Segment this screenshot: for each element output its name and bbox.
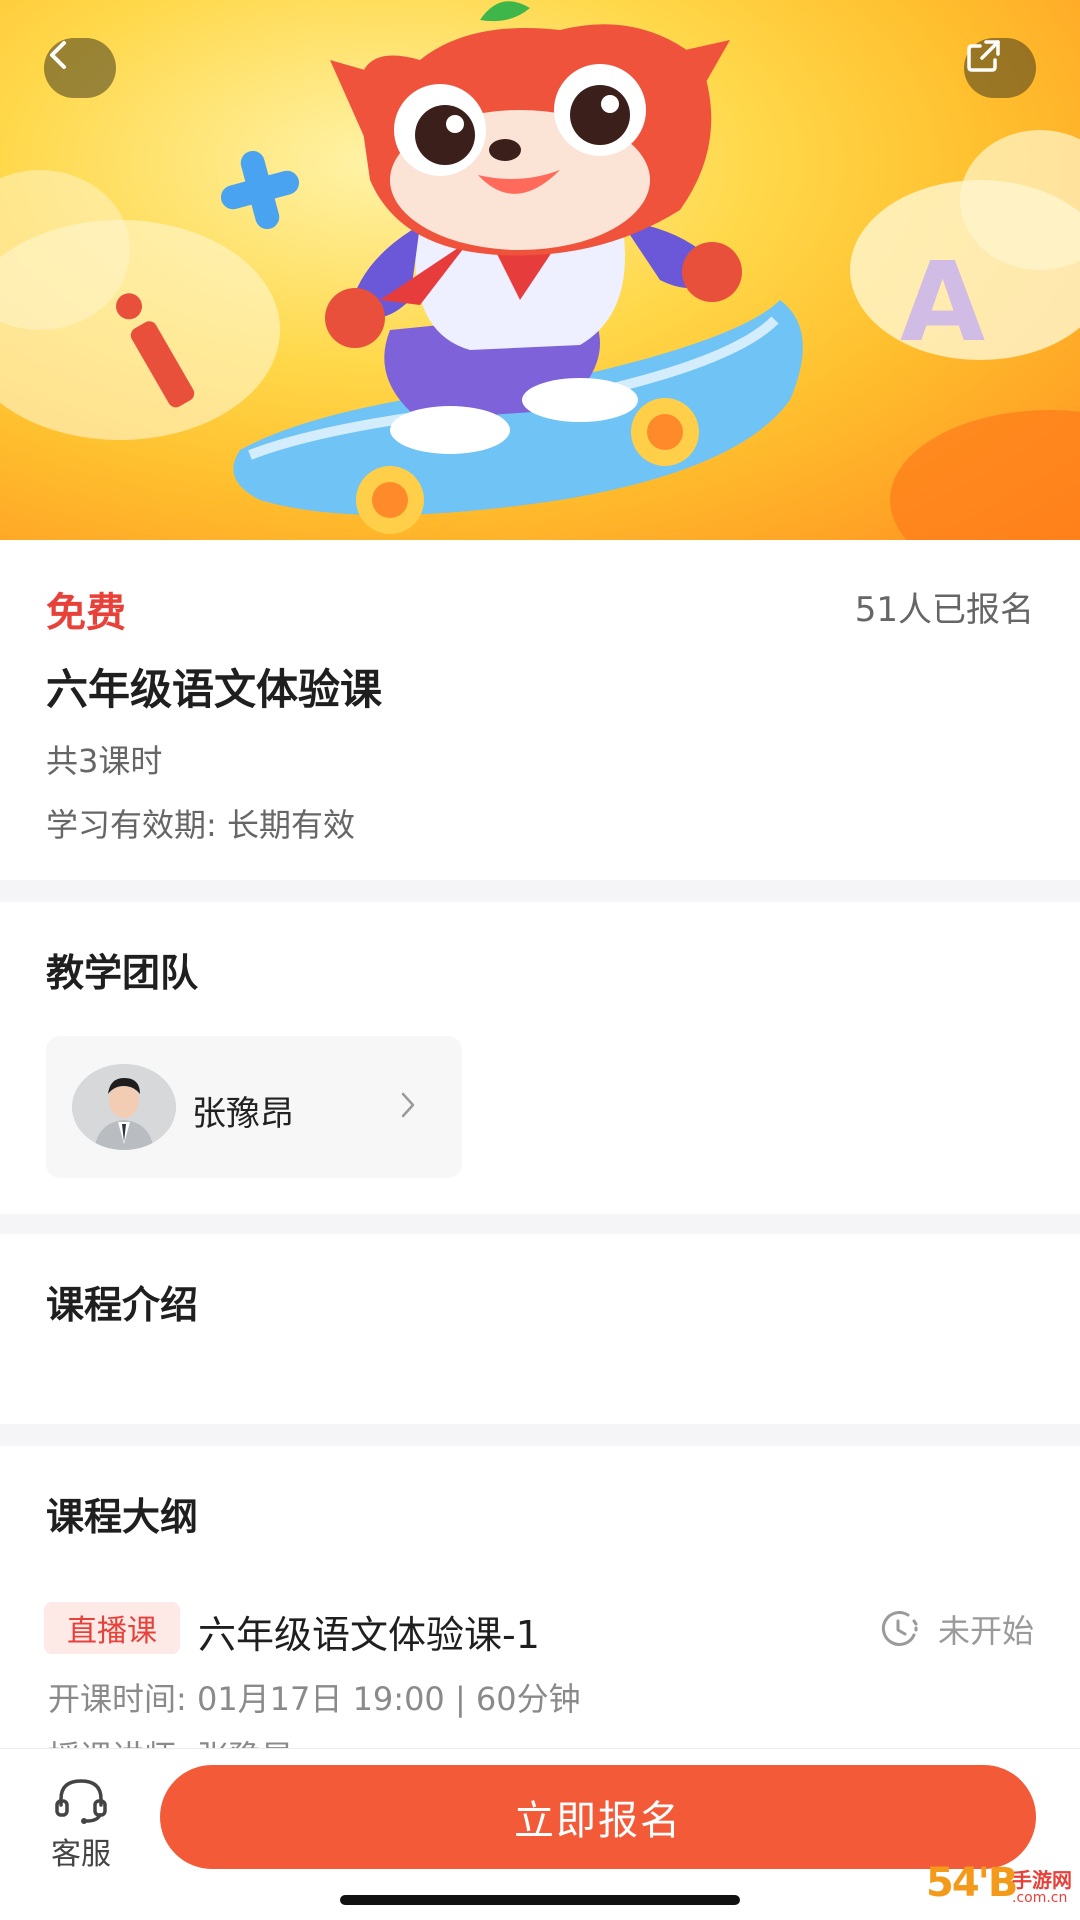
teacher-avatar [72, 1064, 176, 1150]
course-info: 免费 51人已报名 六年级语文体验课 共3课时 学习有效期: 长期有效 [0, 540, 1080, 880]
letter-a-decoration: A [900, 238, 985, 366]
clock-icon [881, 1610, 918, 1646]
lesson-count: 共3课时 [46, 742, 163, 780]
course-outline-section: 课程大纲 直播课 六年级语文体验课-1 未开始 开课时间: 01月17日 19:… [0, 1446, 1080, 1776]
lesson-status: 未开始 [878, 1606, 1034, 1652]
course-banner: A [0, 0, 1080, 540]
avatar-image [72, 1064, 176, 1150]
watermark-number: 54'B [926, 1860, 1018, 1906]
share-button[interactable] [964, 38, 1036, 98]
section-divider [0, 1424, 1080, 1446]
enroll-now-button[interactable]: 立即报名 [160, 1765, 1036, 1869]
watermark-logo: 54'B 手游网 .com.cn [926, 1856, 1076, 1916]
customer-service-button[interactable]: 客服 [36, 1775, 126, 1875]
enrolled-count: 51人已报名 [854, 590, 1034, 630]
teacher-card[interactable]: 张豫昂 [46, 1036, 462, 1178]
customer-service-label: 客服 [51, 1837, 111, 1872]
chevron-right-icon [401, 1092, 415, 1118]
fox-mascot-illustration: A [0, 1, 1080, 540]
teacher-name: 张豫昂 [192, 1094, 294, 1134]
live-class-tag: 直播课 [44, 1602, 180, 1654]
watermark-text: 手游网 [1012, 1868, 1072, 1892]
section-title-team: 教学团队 [46, 951, 199, 995]
validity-period: 学习有效期: 长期有效 [46, 806, 355, 844]
section-divider [0, 880, 1080, 902]
price-label: 免费 [46, 590, 126, 636]
section-title-outline: 课程大纲 [46, 1495, 199, 1539]
course-intro-section: 课程介绍 [0, 1234, 1080, 1424]
lesson-time: 开课时间: 01月17日 19:00 | 60分钟 [48, 1680, 581, 1718]
chevron-left-icon [50, 41, 66, 69]
course-detail-page: A 免费 51人已报名 六年级语文体验课 共3课时 学习有效期: 长期有效 教学… [0, 0, 1080, 1920]
headset-icon [55, 1779, 107, 1824]
lesson-status-label: 未开始 [937, 1612, 1034, 1650]
back-button[interactable] [44, 38, 116, 98]
home-indicator [340, 1895, 740, 1905]
lesson-title[interactable]: 六年级语文体验课-1 [198, 1604, 540, 1659]
section-title-intro: 课程介绍 [46, 1283, 199, 1327]
watermark-url: .com.cn [1012, 1890, 1068, 1906]
course-title: 六年级语文体验课 [46, 665, 383, 714]
share-icon [967, 40, 1000, 72]
teaching-team-section: 教学团队 张豫昂 [0, 902, 1080, 1214]
section-divider [0, 1214, 1080, 1234]
bottom-action-bar: 客服 立即报名 [0, 1748, 1080, 1920]
